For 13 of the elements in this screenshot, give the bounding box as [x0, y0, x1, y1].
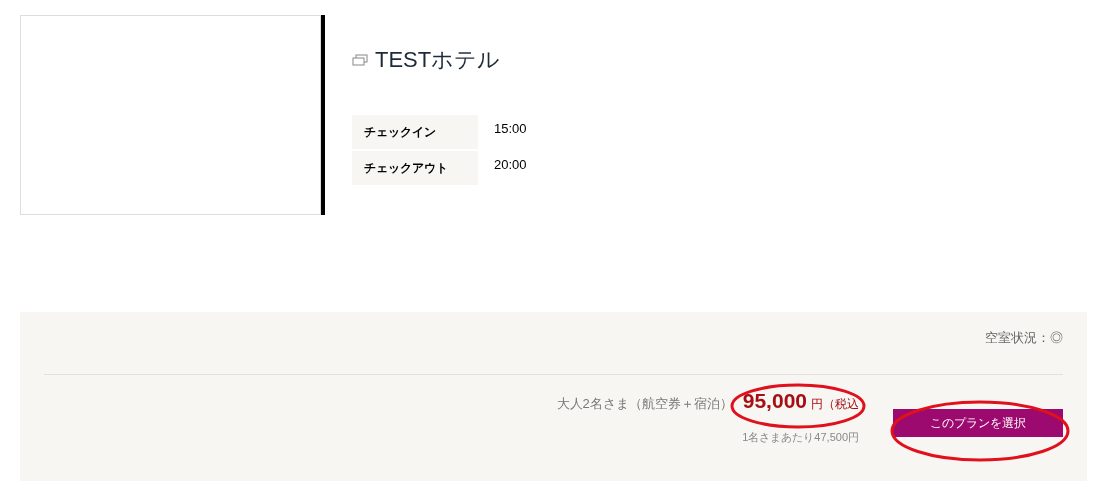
tax-note: （税込	[823, 396, 859, 413]
price: 95,000	[742, 389, 807, 413]
per-person-price: 1名さまあたり47,500円	[742, 430, 859, 445]
hotel-name: TESTホテル	[375, 46, 501, 74]
table-header-cell: チェックアウト	[352, 151, 478, 185]
guest-description: 大人2名さま（航空券＋宿泊）	[556, 395, 733, 413]
select-plan-button[interactable]: このプランを選択	[893, 409, 1063, 437]
table-cell-text: 15:00	[493, 120, 527, 138]
availability-status: 空室状況：◎	[984, 329, 1063, 347]
table-cell-text: 20:00	[493, 156, 527, 174]
currency: 円	[811, 396, 823, 413]
table-header-cell: チェックイン	[352, 115, 478, 149]
window-icon	[352, 54, 368, 66]
